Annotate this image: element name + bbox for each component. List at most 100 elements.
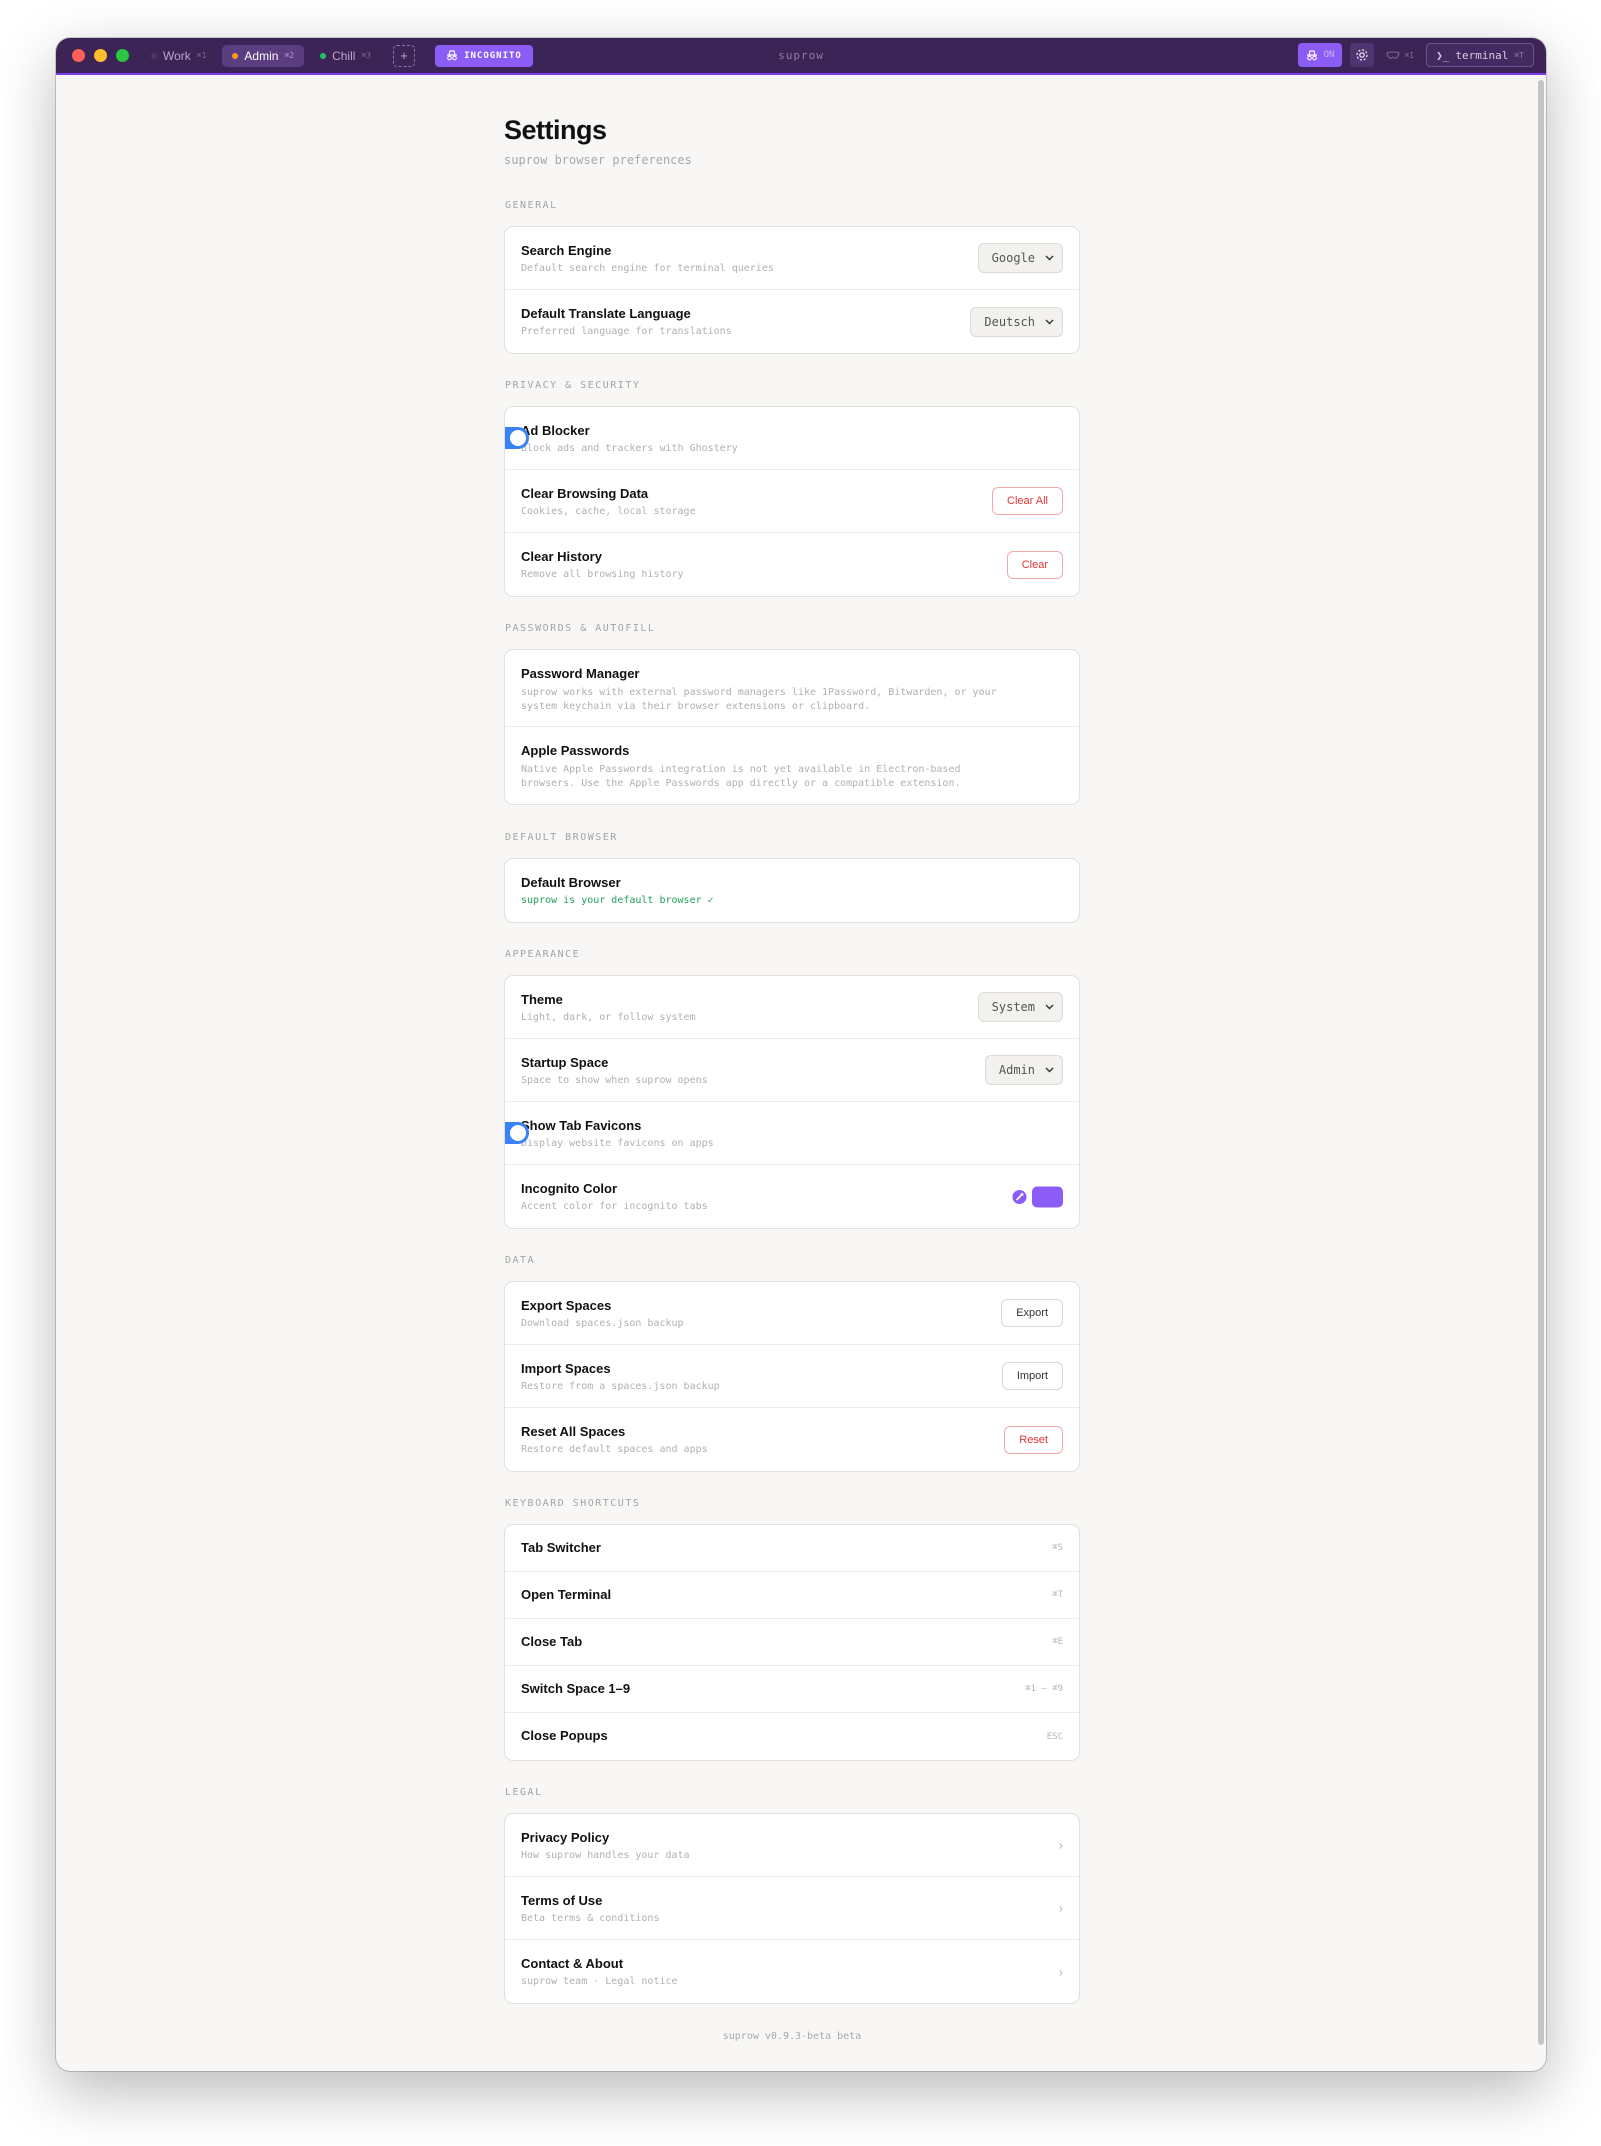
import-button[interactable]: Import [1001,1362,1063,1390]
setting-description: Download spaces.json backup [521,1318,684,1329]
space-tab-chill[interactable]: Chill ⌘3 [310,45,381,67]
appearance-card: Theme Light, dark, or follow system Syst… [504,975,1080,1229]
clear-history-button[interactable]: Clear [1006,550,1063,579]
translate-language-select[interactable]: Deutsch [970,306,1063,337]
general-card: Search Engine Default search engine for … [504,226,1080,354]
favicons-toggle[interactable] [505,1122,529,1144]
setting-ad-blocker: Ad Blocker Block ads and trackers with G… [505,407,1079,470]
passwords-card: Password Manager suprow works with exter… [504,649,1080,805]
chevron-down-icon [1045,319,1054,324]
setting-apple-passwords: Apple Passwords Native Apple Passwords i… [505,727,1079,804]
setting-description: Block ads and trackers with Ghostery [521,443,738,454]
section-heading-appearance: APPEARANCE [505,949,581,960]
default-browser-status: suprow is your default browser ✓ [521,895,714,906]
setting-title: Password Manager [521,666,640,681]
legal-link-terms[interactable]: Terms of Use Beta terms & conditions › [505,1877,1079,1940]
legal-link-contact[interactable]: Contact & About suprow team · Legal noti… [505,1940,1079,2003]
space-tab-admin[interactable]: Admin ⌘2 [222,44,305,67]
shortcut-title: Close Tab [521,1634,583,1649]
space-tab-label: Chill [332,48,356,63]
window-controls [72,49,129,62]
terminal-label: terminal [1455,48,1509,62]
select-value: System [991,1000,1035,1014]
mask-icon [1386,50,1401,59]
setting-title: Default Browser [521,875,621,890]
setting-description: Default search engine for terminal queri… [521,263,774,274]
privacy-card: Ad Blocker Block ads and trackers with G… [504,406,1080,597]
reset-button[interactable]: Reset [1004,1425,1063,1454]
page-subtitle: suprow browser preferences [504,153,692,167]
ad-blocker-toggle[interactable] [505,427,529,449]
scrollbar[interactable] [1538,80,1544,2045]
terminal-button[interactable]: ❯_ terminal ⌘T [1426,43,1534,67]
setting-description: Display website favicons on apps [521,1138,714,1149]
setting-description: Light, dark, or follow system [521,1012,696,1023]
legal-link-privacy[interactable]: Privacy Policy How suprow handles your d… [505,1814,1079,1877]
setting-show-tab-favicons: Show Tab Favicons Display website favico… [505,1102,1079,1165]
setting-title: Clear Browsing Data [521,486,649,501]
toolbar-right: ON ⌘I ❯_ terminal ⌘T [1297,43,1534,67]
shortcut-title: Open Terminal [521,1587,612,1602]
space-dot [232,52,239,59]
setting-description: Remove all browsing history [521,569,684,580]
setting-incognito-color: Incognito Color Accent color for incogni… [505,1165,1079,1228]
section-heading-privacy: PRIVACY & SECURITY [505,380,641,391]
terminal-icon: ❯_ [1436,48,1450,62]
space-tabs: Work ⌘1 Admin ⌘2 Chill ⌘3 + INCOGNITO [141,44,533,67]
color-swatch[interactable] [1032,1186,1063,1207]
setting-theme: Theme Light, dark, or follow system Syst… [505,976,1079,1039]
incognito-color-picker[interactable] [1012,1186,1063,1207]
incognito-label: INCOGNITO [464,50,522,61]
shortcut-row: Close Tab ⌘E [505,1619,1079,1666]
browser-window: Work ⌘1 Admin ⌘2 Chill ⌘3 + INCOGNITO su… [56,38,1546,2071]
toggle-knob [510,430,526,446]
eyedropper-icon[interactable] [1012,1189,1027,1204]
theme-select[interactable]: System [977,992,1063,1022]
incognito-toggle[interactable]: ON [1297,43,1343,67]
setting-description: Restore from a spaces.json backup [521,1381,720,1392]
setting-clear-browsing-data: Clear Browsing Data Cookies, cache, loca… [505,470,1079,533]
space-tab-shortcut: ⌘1 [196,51,207,60]
add-space-button[interactable]: + [393,44,416,67]
incognito-button[interactable]: INCOGNITO [435,44,533,67]
legal-title: Privacy Policy [521,1830,610,1845]
setting-clear-history: Clear History Remove all browsing histor… [505,533,1079,596]
setting-title: Apple Passwords [521,743,630,758]
shortcut-row: Switch Space 1–9 ⌘1 – ⌘9 [505,1666,1079,1713]
search-engine-select[interactable]: Google [977,243,1063,273]
setting-title: Import Spaces [521,1361,611,1376]
space-tab-work[interactable]: Work ⌘1 [141,45,216,67]
mask-button[interactable]: ⌘I [1382,51,1418,60]
setting-description: Preferred language for translations [521,326,732,337]
shortcut-row: Open Terminal ⌘T [505,1572,1079,1619]
chevron-down-icon [1045,1004,1054,1010]
space-tab-shortcut: ⌘2 [284,51,295,60]
page-title: Settings [504,115,607,145]
section-heading-general: GENERAL [505,200,558,211]
select-value: Admin [998,1063,1035,1077]
close-window-button[interactable] [72,49,85,62]
setting-title: Startup Space [521,1055,609,1070]
terminal-shortcut: ⌘T [1514,50,1524,60]
setting-description: Restore default spaces and apps [521,1444,708,1455]
startup-space-select[interactable]: Admin [984,1055,1063,1085]
space-dot [151,52,157,59]
settings-button[interactable] [1350,43,1375,67]
toggle-knob [510,1125,526,1141]
default-browser-card: Default Browser suprow is your default b… [504,858,1080,923]
setting-import-spaces: Import Spaces Restore from a spaces.json… [505,1345,1079,1408]
incognito-toggle-state: ON [1323,50,1335,60]
mask-shortcut: ⌘I [1404,50,1415,60]
export-button[interactable]: Export [1001,1299,1063,1327]
setting-title: Theme [521,992,563,1007]
section-heading-shortcuts: KEYBOARD SHORTCUTS [505,1498,641,1509]
chevron-down-icon [1045,255,1054,261]
minimize-window-button[interactable] [94,49,107,62]
gear-icon [1356,49,1369,61]
chevron-right-icon: › [1058,1900,1063,1916]
legal-title: Terms of Use [521,1893,603,1908]
maximize-window-button[interactable] [116,49,129,62]
section-heading-data: DATA [505,1255,536,1266]
space-dot [320,52,327,59]
clear-all-button[interactable]: Clear All [992,487,1063,515]
